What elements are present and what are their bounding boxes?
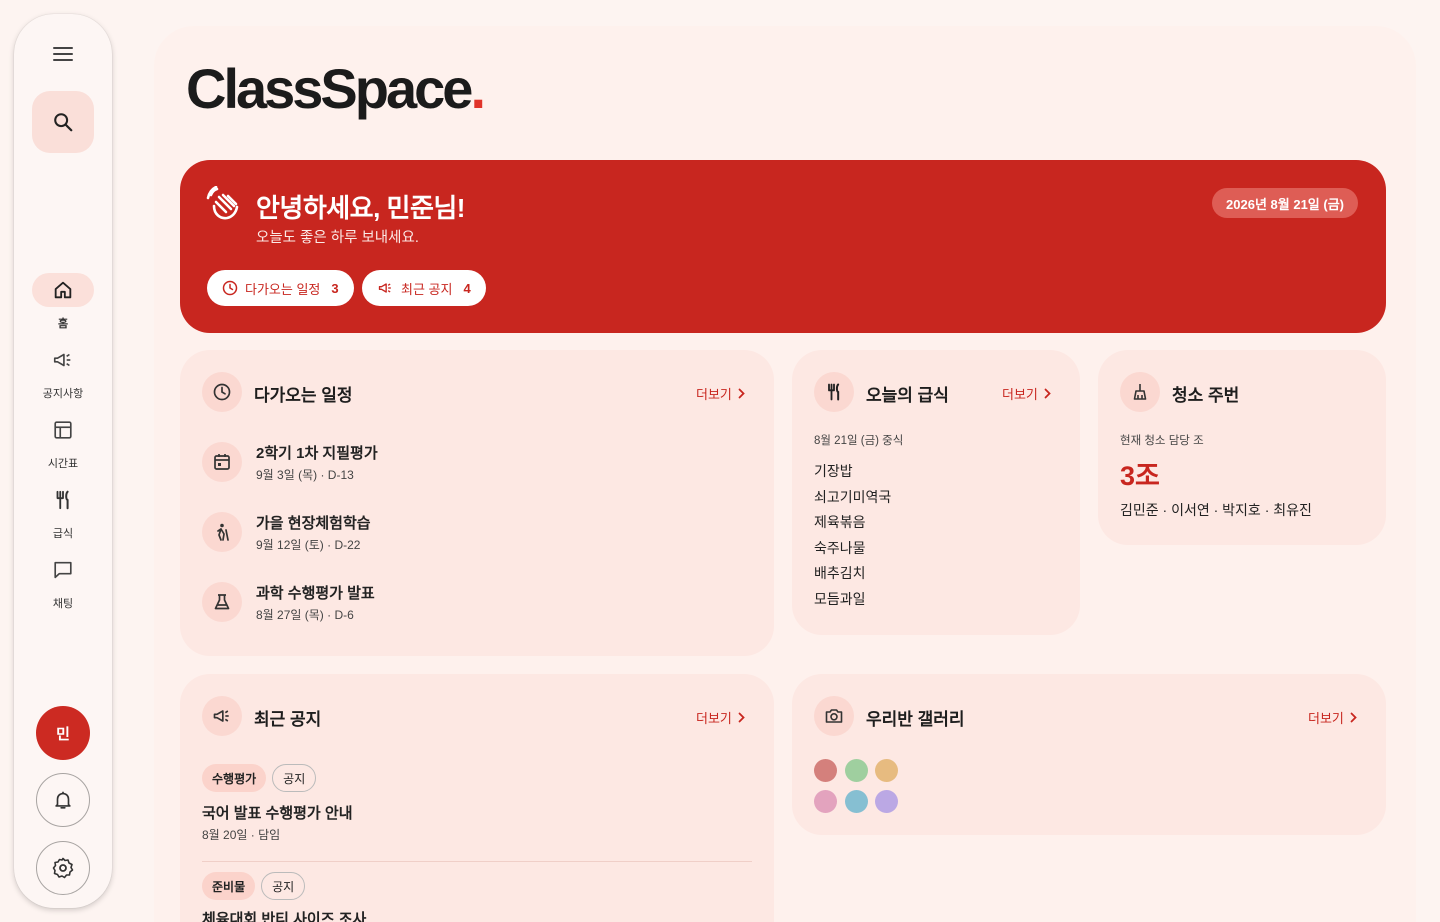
card-title: 최근 공지 <box>254 710 322 729</box>
gallery-thumbnail[interactable] <box>875 759 898 782</box>
notice-title[interactable]: 국어 발표 수행평가 안내 <box>202 802 353 823</box>
gallery-card: 우리반 갤러리 더보기 <box>792 674 1386 835</box>
type-tag: 공지 <box>261 872 306 900</box>
notifications-button[interactable] <box>36 773 90 827</box>
cleaning-members: 김민준 · 이서연 · 박지호 · 최유진 <box>1120 502 1312 518</box>
megaphone-icon <box>378 283 391 293</box>
card-title: 청소 주번 <box>1172 386 1240 405</box>
settings-button[interactable] <box>36 841 90 895</box>
meal-item: 숙주나물 <box>814 539 866 556</box>
nav-label: 공지사항 <box>42 388 84 400</box>
chevron-right-icon <box>738 388 745 399</box>
flask-icon <box>214 594 230 610</box>
meal-item: 모듬과일 <box>814 590 866 607</box>
recent-notices-card: 최근 공지 더보기 수행평가 공지 국어 발표 수행평가 안내 8월 20일 ·… <box>180 674 774 922</box>
notice-tags: 준비물 공지 <box>202 872 306 900</box>
bell-icon <box>55 791 71 809</box>
upcoming-schedule-card: 다가오는 일정 더보기 2학기 1차 지필평가 9월 3일 (목) · D-13… <box>180 350 774 656</box>
search-button[interactable] <box>32 91 94 153</box>
nav-label: 채팅 <box>52 598 74 610</box>
type-tag: 공지 <box>272 764 317 792</box>
avatar[interactable]: 민 <box>36 706 90 760</box>
chat-icon <box>54 561 72 579</box>
more-link[interactable]: 더보기 <box>696 708 745 727</box>
gear-icon <box>52 857 74 879</box>
greeting-title: 안녕하세요, 민준님! <box>256 193 465 223</box>
event-title: 2학기 1차 지필평가 <box>256 445 378 462</box>
chevron-right-icon <box>1350 712 1357 723</box>
date-badge: 2026년 8월 21일 (금) <box>1212 188 1358 218</box>
broom-icon <box>1133 384 1147 400</box>
meal-item: 쇠고기미역국 <box>814 488 892 505</box>
nav-label: 급식 <box>52 528 74 540</box>
welcome-banner: 안녕하세요, 민준님! 오늘도 좋은 하루 보내세요. 2026년 8월 21일… <box>180 160 1386 333</box>
pill-label: 최근 공지 <box>401 281 453 297</box>
calendar-icon <box>214 454 230 470</box>
logo[interactable]: ClassSpace. <box>186 56 486 121</box>
meal-card: 오늘의 급식 더보기 8월 21일 (금) 중식 기장밥 쇠고기미역국 제육볶음… <box>792 350 1080 635</box>
event-date: 9월 3일 (목) · D-13 <box>256 468 354 482</box>
utensils-icon <box>828 383 840 401</box>
meal-item: 기장밥 <box>814 463 853 479</box>
nav-item-home[interactable]: 홈 <box>14 273 112 331</box>
nav-item-timetable[interactable]: 시간표 <box>14 413 112 471</box>
utensils-icon <box>56 490 69 510</box>
more-link[interactable]: 더보기 <box>696 384 745 403</box>
chevron-right-icon <box>1044 388 1051 399</box>
event-title: 가을 현장체험학습 <box>256 515 371 532</box>
pill-count: 4 <box>463 280 471 296</box>
meal-item: 제육볶음 <box>814 514 866 530</box>
greeting-subtitle: 오늘도 좋은 하루 보내세요. <box>256 230 419 246</box>
notice-tags: 수행평가 공지 <box>202 764 317 792</box>
more-link[interactable]: 더보기 <box>1002 384 1051 403</box>
cleaning-duty-card: 청소 주번 현재 청소 담당 조 3조 김민준 · 이서연 · 박지호 · 최유… <box>1098 350 1386 545</box>
meal-item: 배추김치 <box>814 565 866 581</box>
cleaning-label: 현재 청소 담당 조 <box>1120 435 1204 447</box>
event-title: 과학 수행평가 발표 <box>256 585 375 602</box>
meal-menu: 기장밥 쇠고기미역국 제육볶음 숙주나물 배추김치 모듬과일 <box>814 460 891 613</box>
home-icon <box>54 281 72 299</box>
event-date: 9월 12일 (토) · D-22 <box>256 538 361 552</box>
event-date: 8월 27일 (목) · D-6 <box>256 608 354 622</box>
nav-item-chat[interactable]: 채팅 <box>14 553 112 611</box>
meal-date: 8월 21일 (금) 중식 <box>814 435 904 447</box>
search-icon <box>54 113 73 132</box>
divider <box>202 861 752 862</box>
nav-label: 시간표 <box>47 458 79 470</box>
nav-item-notices[interactable]: 공지사항 <box>14 343 112 401</box>
pill-label: 다가오는 일정 <box>245 281 321 297</box>
gallery-thumbnail[interactable] <box>845 790 868 813</box>
gallery-thumbnail[interactable] <box>814 759 837 782</box>
card-title: 오늘의 급식 <box>866 386 949 405</box>
notice-meta: 8월 20일 · 담임 <box>202 828 281 842</box>
card-title: 다가오는 일정 <box>254 386 353 405</box>
hiking-icon <box>217 523 229 541</box>
gallery-thumbnail[interactable] <box>814 790 837 813</box>
recent-notices-pill[interactable]: 최근 공지 4 <box>362 270 486 306</box>
category-tag: 수행평가 <box>202 764 267 792</box>
camera-icon <box>825 709 843 723</box>
gallery-thumbnail[interactable] <box>875 790 898 813</box>
pill-count: 3 <box>331 280 339 296</box>
megaphone-icon <box>53 353 71 367</box>
menu-icon[interactable] <box>50 44 76 64</box>
megaphone-icon <box>213 710 229 722</box>
more-link[interactable]: 더보기 <box>1308 708 1357 727</box>
gallery-thumbnail[interactable] <box>845 759 868 782</box>
chevron-right-icon <box>738 712 745 723</box>
upcoming-schedule-pill[interactable]: 다가오는 일정 3 <box>207 270 354 306</box>
nav-label: 홈 <box>57 318 69 330</box>
calendar-grid-icon <box>54 421 72 439</box>
waving-hand-icon <box>206 186 239 220</box>
nav-item-meal[interactable]: 급식 <box>14 483 112 541</box>
sidebar: 홈 공지사항 시간표 급식 채팅 민 <box>14 14 112 908</box>
card-title: 우리반 갤러리 <box>866 710 965 729</box>
notice-title[interactable]: 체육대회 반티 사이즈 조사 <box>202 908 366 922</box>
clock-icon <box>222 280 238 296</box>
category-tag: 준비물 <box>202 872 256 900</box>
clock-icon <box>213 383 231 401</box>
cleaning-group: 3조 <box>1120 461 1160 491</box>
